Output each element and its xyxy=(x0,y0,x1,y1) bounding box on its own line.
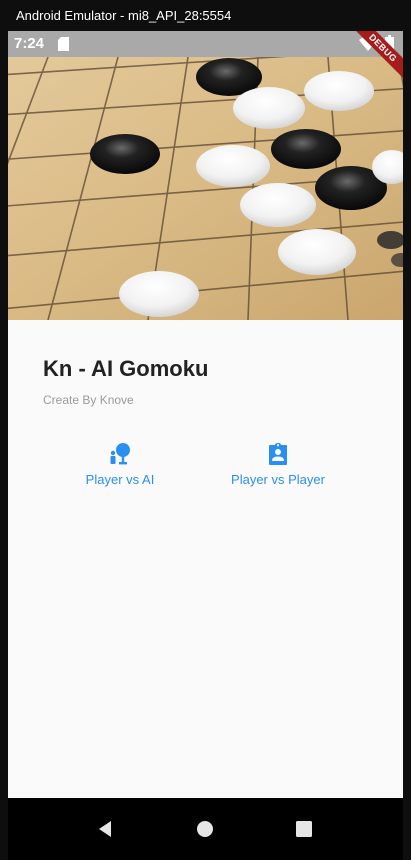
status-bar: 7:24 DEBUG xyxy=(8,31,403,83)
android-navigation-bar xyxy=(8,798,403,860)
gomoku-board-image xyxy=(8,57,403,320)
player-vs-player-button[interactable]: Player vs Player xyxy=(222,442,334,498)
status-time: 7:24 xyxy=(14,35,45,52)
app-title: Kn - AI Gomoku xyxy=(43,356,209,381)
contact-badge-icon xyxy=(269,443,287,465)
player-vs-ai-button[interactable]: Player vs AI xyxy=(68,442,172,498)
back-icon[interactable] xyxy=(93,816,119,842)
recents-icon[interactable] xyxy=(291,816,317,842)
player-vs-player-label: Player vs Player xyxy=(231,472,325,487)
main-content: Kn - AI Gomoku Create By Knove Player vs… xyxy=(8,320,403,798)
home-icon[interactable] xyxy=(192,816,218,842)
app-subtitle: Create By Knove xyxy=(43,393,134,407)
sd-card-icon xyxy=(58,37,69,51)
person-vs-ai-icon xyxy=(110,443,130,465)
device-screen: 7:24 DEBUG Kn - AI Gomoku Create By Knov… xyxy=(8,31,403,860)
emulator-window-title: Android Emulator - mi8_API_28:5554 xyxy=(0,0,411,31)
player-vs-ai-label: Player vs AI xyxy=(85,472,155,487)
